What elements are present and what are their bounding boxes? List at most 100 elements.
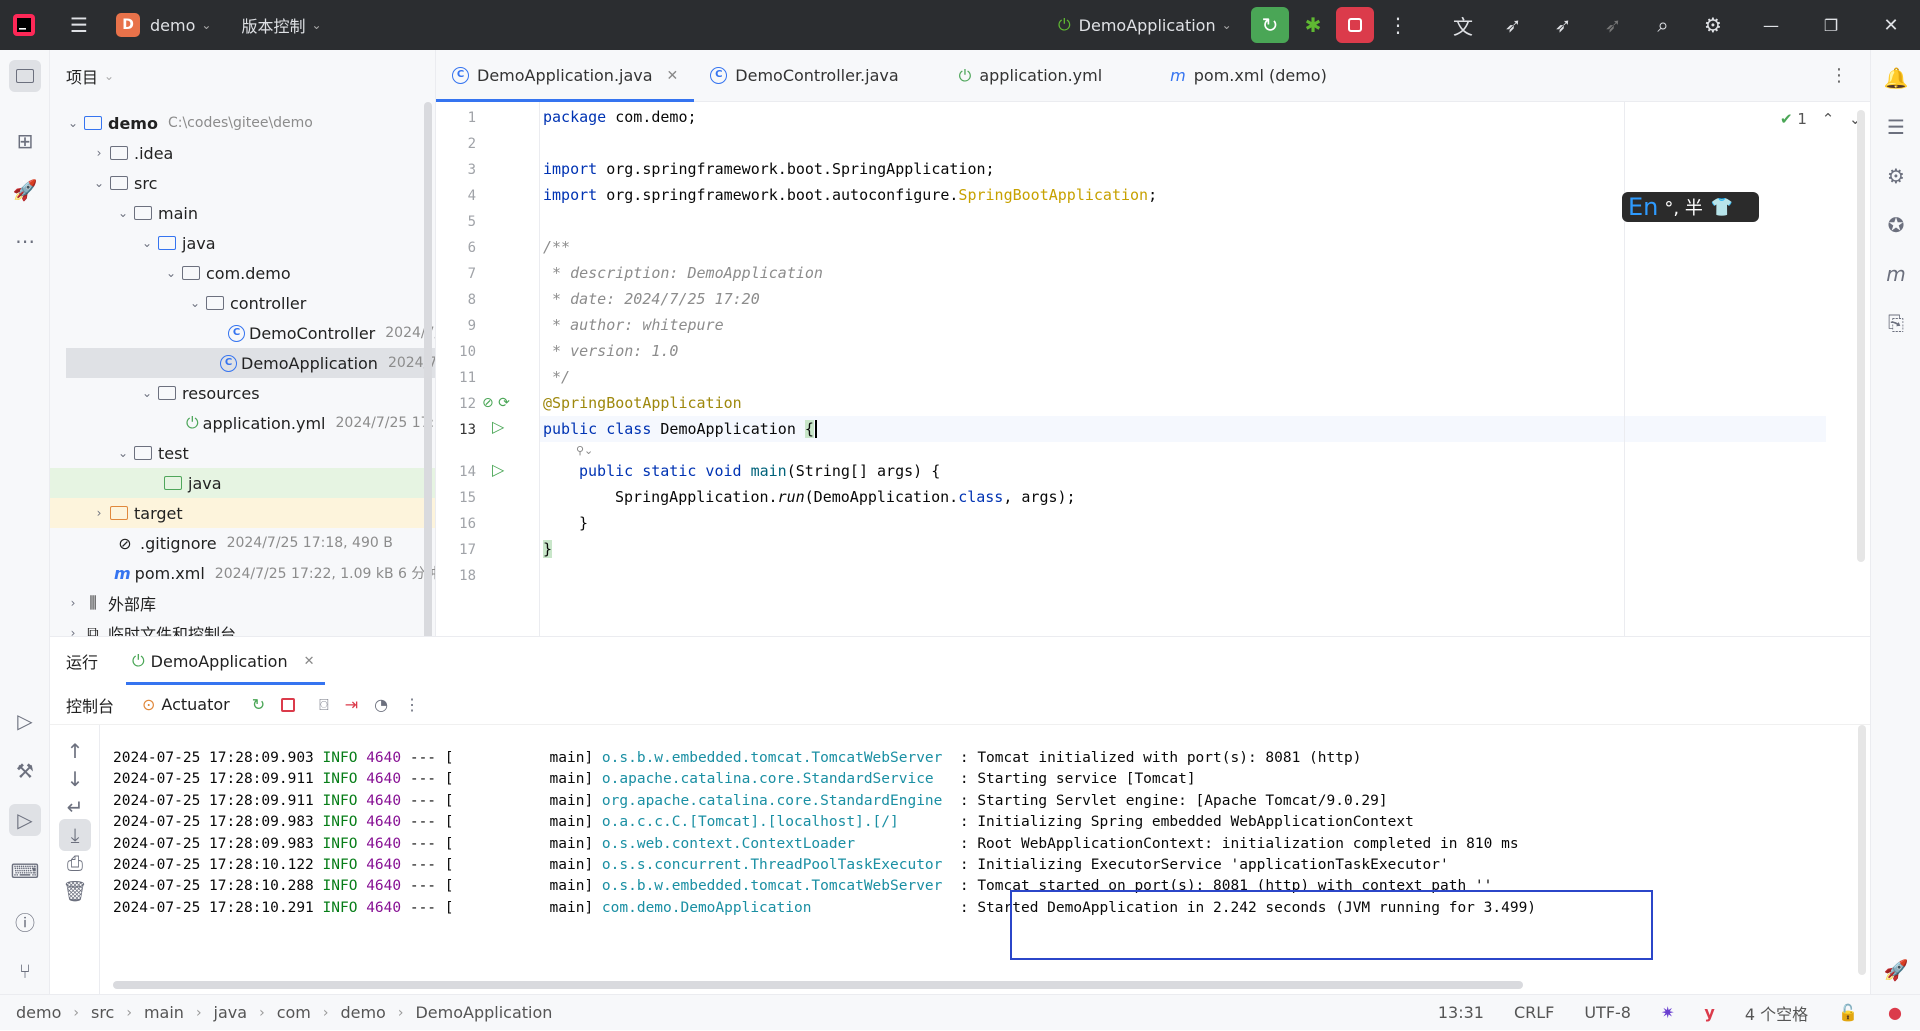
project-panel-header[interactable]: 项目 ⌄ — [50, 50, 435, 102]
project-scrollbar[interactable] — [424, 102, 432, 636]
git-tool-button[interactable]: ⑂ — [9, 955, 41, 987]
lock-icon[interactable]: 🔓 — [1838, 1003, 1858, 1022]
more-vertical-icon[interactable]: ⋮ — [404, 695, 420, 714]
error-icon[interactable]: ● — [1888, 1003, 1902, 1022]
translate-button[interactable]: 文 — [1444, 7, 1482, 43]
speed-icon[interactable]: ◔ — [374, 695, 388, 714]
tree-node-resources[interactable]: ⌄ resources — [50, 378, 435, 408]
inlay-hint-icon[interactable]: ⚲⌄ — [576, 444, 593, 457]
plugin-icon[interactable]: ✷ — [1661, 1003, 1674, 1022]
stop-button[interactable] — [1336, 7, 1374, 43]
tree-node-pom-xml[interactable]: m pom.xml 2024/7/25 17:22, 1.09 kB 6 分钟之 — [50, 558, 435, 588]
tree-node-main[interactable]: ⌄ main — [50, 198, 435, 228]
caret-position[interactable]: 13:31 — [1438, 1003, 1484, 1022]
yaml-plugin-icon[interactable]: y — [1704, 1003, 1714, 1022]
console-tab[interactable]: 控制台 — [66, 693, 114, 717]
structure-tool-button[interactable]: ⊞ — [9, 125, 41, 157]
jrebel-right-button[interactable]: 🚀 — [1880, 954, 1912, 986]
breadcrumb-item[interactable]: com — [277, 1003, 311, 1022]
search-button[interactable]: ⌕ — [1644, 7, 1682, 43]
copilot-button[interactable]: ✪ — [1880, 209, 1912, 241]
spring-class-icon: C — [452, 67, 469, 84]
services-tool-button[interactable]: ▷ — [9, 705, 41, 737]
breadcrumb-item[interactable]: demo — [340, 1003, 385, 1022]
editor-scrollbar[interactable] — [1857, 110, 1865, 562]
rerun-icon[interactable]: ↻ — [252, 695, 265, 714]
bookmarks-button[interactable]: ⎘ — [1880, 307, 1912, 339]
project-tool-button[interactable] — [9, 60, 41, 92]
problems-tool-button[interactable]: ⓘ — [9, 905, 41, 937]
database-button[interactable]: ☰ — [1880, 111, 1912, 143]
app-logo-icon[interactable] — [12, 0, 36, 50]
editor-gutter[interactable]: 1 2 3 4 5 6 7 8 9 10 11 12 13 14 15 16 1… — [436, 102, 540, 636]
maven-tool-button[interactable]: m — [1880, 258, 1912, 290]
tree-node-com-demo[interactable]: ⌄ com.demo — [50, 258, 435, 288]
breadcrumb-item[interactable]: java — [214, 1003, 248, 1022]
inspection-widget[interactable]: ✔ 1 ⌃ ⌄ — [1780, 110, 1862, 128]
tree-node-target[interactable]: › target — [50, 498, 435, 528]
breadcrumb-item[interactable]: DemoApplication — [415, 1003, 552, 1022]
ai-assistant-button[interactable]: ⚙ — [1880, 160, 1912, 192]
tree-node-controller[interactable]: ⌄ controller — [50, 288, 435, 318]
project-selector[interactable]: D demo ⌄ — [116, 0, 211, 50]
build-tool-button[interactable]: ⚒ — [9, 755, 41, 787]
run-config-selector[interactable]: ⏻ DemoApplication ⌄ — [1058, 0, 1232, 50]
main-menu-icon[interactable]: ☰ — [60, 7, 98, 43]
actuator-tab[interactable]: Actuator — [161, 695, 229, 714]
minimize-button[interactable]: — — [1752, 7, 1790, 43]
more-actions-button[interactable]: ⋮ — [1379, 7, 1417, 43]
exit-icon[interactable]: ⇥ — [345, 695, 358, 714]
camera-icon[interactable]: ⌼ — [319, 695, 329, 715]
ime-status-bar[interactable]: En °, 半 👕 — [1622, 192, 1759, 222]
code-editor[interactable]: 1 2 3 4 5 6 7 8 9 10 11 12 13 14 15 16 1… — [436, 102, 1870, 636]
close-icon[interactable]: ✕ — [667, 68, 679, 84]
run-gutter-icon[interactable]: ▷ — [492, 460, 504, 479]
tree-node-gitignore[interactable]: ⊘ .gitignore 2024/7/25 17:18, 490 B — [50, 528, 435, 558]
terminal-tool-button[interactable]: ⌨ — [9, 855, 41, 887]
plugin-rocket-2-button[interactable]: ➶ — [1544, 7, 1582, 43]
vcs-menu[interactable]: 版本控制 ⌄ — [241, 0, 321, 50]
stop-icon[interactable] — [281, 697, 296, 712]
run-tool-button[interactable]: ▷ — [9, 804, 41, 836]
tree-node-demo[interactable]: ⌄ demo C:\codes\gitee\demo — [50, 108, 435, 138]
plugin-rocket-3-button[interactable]: ➶ — [1594, 7, 1632, 43]
tree-node-application-yml[interactable]: ⏻ application.yml 2024/7/25 17:2 — [50, 408, 435, 438]
clear-button[interactable]: 🗑 — [59, 875, 91, 907]
debug-button[interactable]: ✱ — [1294, 7, 1332, 43]
run-tab-demoapplication[interactable]: ⏻ DemoApplication ✕ — [126, 637, 325, 685]
tree-node-scratches[interactable]: › ⧉ 临时文件和控制台 — [50, 618, 435, 636]
bean-gutter-icon[interactable]: ⊘ ⟳ — [482, 395, 510, 411]
rerun-button[interactable]: ↻ — [1251, 7, 1289, 43]
settings-button[interactable]: ⚙ — [1694, 7, 1732, 43]
log-sep: --- [ — [409, 750, 454, 766]
tree-node-java[interactable]: ⌄ java — [50, 228, 435, 258]
plugin-rocket-button[interactable]: ➶ — [1494, 7, 1532, 43]
tree-node-idea[interactable]: › .idea — [50, 138, 435, 168]
console-vscrollbar[interactable] — [1858, 725, 1866, 975]
breadcrumb-item[interactable]: demo — [16, 1003, 61, 1022]
tree-node-external-libraries[interactable]: › ⫼ 外部库 — [50, 588, 435, 618]
breadcrumb-item[interactable]: src — [91, 1003, 114, 1022]
maximize-button[interactable]: ❐ — [1812, 7, 1850, 43]
tab-actions-button[interactable]: ⋮ — [1830, 65, 1848, 86]
tab-demoapplication[interactable]: C DemoApplication.java ✕ — [436, 50, 695, 102]
tree-node-test-java[interactable]: java — [50, 468, 435, 498]
tab-application-yml[interactable]: ⏻ application.yml — [943, 50, 1119, 102]
tab-democontroller[interactable]: C DemoController.java — [694, 50, 914, 102]
tree-node-test[interactable]: ⌄ test — [50, 438, 435, 468]
close-icon[interactable]: ✕ — [304, 654, 315, 669]
tree-node-demoapplication[interactable]: C DemoApplication 2024/7/2 — [66, 348, 435, 378]
indent-setting[interactable]: 4 个空格 — [1745, 1001, 1808, 1025]
line-separator[interactable]: CRLF — [1514, 1003, 1554, 1022]
jrebel-tool-button[interactable]: 🚀 — [9, 174, 41, 206]
breadcrumb-item[interactable]: main — [144, 1003, 184, 1022]
tree-node-democontroller[interactable]: C DemoController 2024/7/ — [50, 318, 435, 348]
run-gutter-icon[interactable]: ▷ — [492, 417, 504, 436]
tab-pom-xml[interactable]: m pom.xml (demo) — [1154, 50, 1343, 102]
notifications-button[interactable]: 🔔 — [1880, 62, 1912, 94]
close-window-button[interactable]: ✕ — [1872, 7, 1910, 43]
console-hscrollbar[interactable] — [113, 981, 1523, 989]
file-encoding[interactable]: UTF-8 — [1584, 1003, 1631, 1022]
more-tools-button[interactable]: ⋯ — [9, 225, 41, 257]
tree-node-src[interactable]: ⌄ src — [50, 168, 435, 198]
